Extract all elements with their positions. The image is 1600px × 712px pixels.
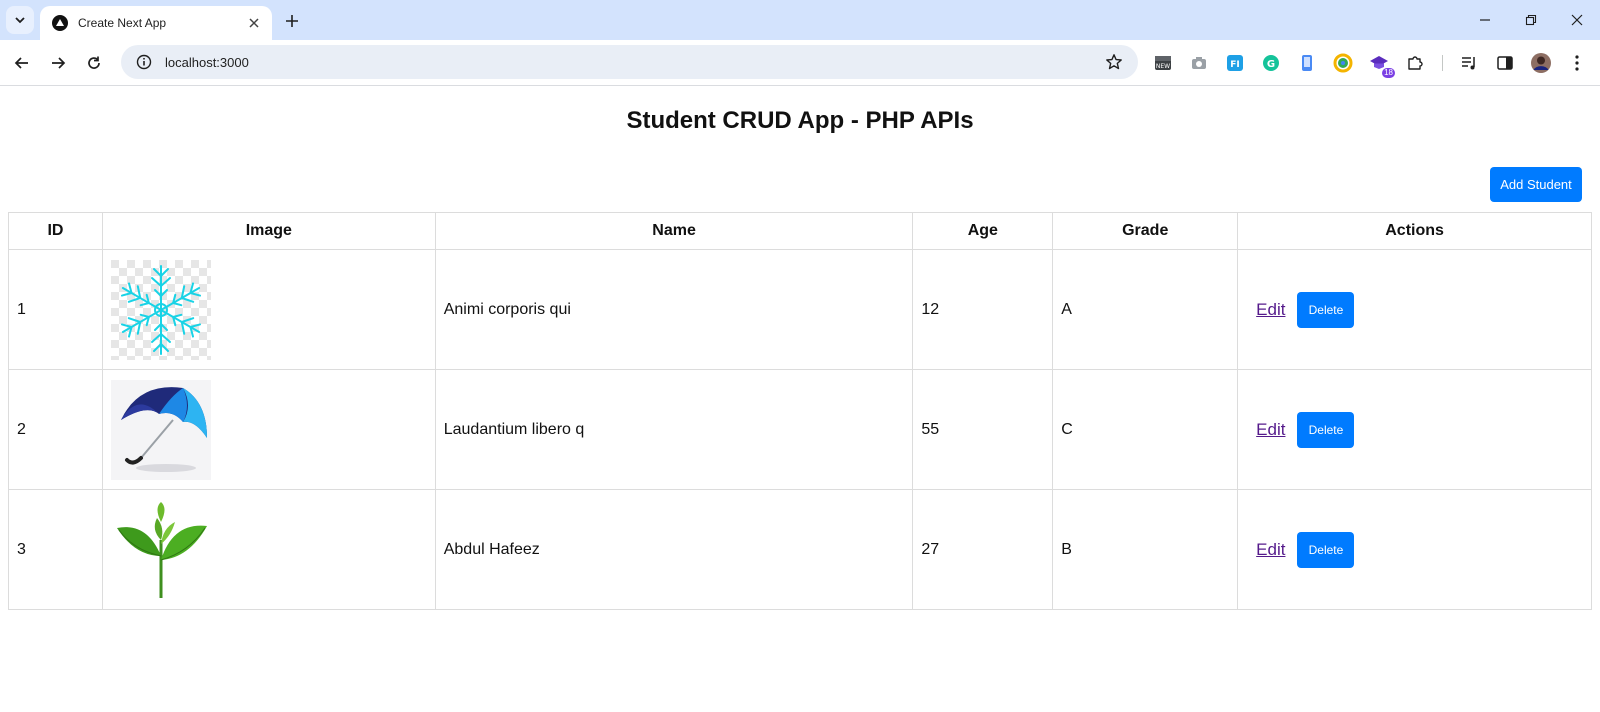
restore-icon[interactable] (1508, 0, 1554, 40)
phone-extension-icon[interactable] (1296, 52, 1318, 74)
delete-button[interactable]: Delete (1297, 531, 1355, 568)
color-picker-icon[interactable] (1332, 52, 1354, 74)
browser-tab[interactable]: Create Next App (40, 6, 272, 40)
profile-avatar-icon[interactable] (1530, 52, 1552, 74)
cell-actions: Edit Delete (1237, 369, 1592, 490)
cell-name: Abdul Hafeez (434, 489, 914, 610)
edit-link[interactable]: Edit (1256, 540, 1285, 560)
browser-tabstrip: Create Next App (0, 0, 1600, 40)
reload-icon[interactable] (80, 49, 108, 77)
graduation-cap-icon[interactable]: 18 (1368, 52, 1395, 78)
delete-button[interactable]: Delete (1297, 291, 1355, 328)
page-content: Student CRUD App - PHP APIs Add Student … (0, 87, 1600, 712)
address-bar[interactable]: localhost:3000 (121, 45, 1138, 79)
svg-text:FI: FI (1230, 60, 1240, 70)
url-text: localhost:3000 (165, 54, 249, 70)
camera-icon[interactable] (1188, 52, 1210, 74)
table-header-row: ID Image Name Age Grade Actions (8, 212, 1592, 250)
site-info-icon[interactable] (135, 53, 153, 71)
cell-name: Laudantium libero q (434, 369, 914, 490)
tab-search-button[interactable] (6, 6, 34, 34)
bookmark-star-icon[interactable] (1104, 52, 1124, 72)
edit-link[interactable]: Edit (1256, 300, 1285, 320)
column-header-id: ID (8, 212, 103, 250)
minimize-icon[interactable] (1462, 0, 1508, 40)
delete-button[interactable]: Delete (1297, 411, 1355, 448)
cell-id: 1 (8, 249, 103, 370)
column-header-grade: Grade (1052, 212, 1239, 250)
column-header-age: Age (912, 212, 1054, 250)
column-header-actions: Actions (1237, 212, 1592, 250)
cell-id: 3 (8, 489, 103, 610)
cell-actions: Edit Delete (1237, 489, 1592, 610)
svg-text:G: G (1267, 59, 1275, 70)
svg-text:NEW: NEW (1156, 63, 1170, 70)
table-row: 2 Laudantium libero q 55 C Edit Delete (8, 369, 1592, 490)
chevron-down-icon (15, 17, 25, 24)
cell-grade: B (1052, 489, 1239, 610)
close-tab-icon[interactable] (246, 15, 262, 31)
forward-arrow-icon[interactable] (44, 49, 72, 77)
tab-title: Create Next App (78, 16, 167, 30)
cell-age: 27 (912, 489, 1054, 610)
cell-name: Animi corporis qui (434, 249, 914, 370)
column-header-name: Name (434, 212, 914, 250)
browser-toolbar: localhost:3000 NEW FI G 18 (0, 40, 1600, 86)
side-panel-icon[interactable] (1494, 52, 1516, 74)
fi-extension-icon[interactable]: FI (1224, 52, 1246, 74)
leaf-image (110, 499, 211, 600)
close-window-icon[interactable] (1554, 0, 1600, 40)
add-student-button[interactable]: Add Student (1490, 167, 1582, 202)
cell-id: 2 (8, 369, 103, 490)
media-control-icon[interactable] (1458, 52, 1480, 74)
students-table: ID Image Name Age Grade Actions 1 Animi … (8, 212, 1592, 610)
new-tab-icon[interactable] (280, 9, 304, 33)
extensions-puzzle-icon[interactable] (1404, 52, 1426, 74)
browser-menu-icon[interactable] (1566, 52, 1588, 74)
snowflake-image (110, 259, 211, 360)
grammarly-icon[interactable]: G (1260, 52, 1282, 74)
new-extension-icon[interactable]: NEW (1152, 52, 1174, 74)
cell-grade: C (1052, 369, 1239, 490)
cell-actions: Edit Delete (1237, 249, 1592, 370)
page-title: Student CRUD App - PHP APIs (626, 107, 974, 134)
nextjs-favicon-icon (52, 15, 68, 31)
extension-badge: 18 (1382, 68, 1395, 78)
toolbar-separator (1442, 55, 1443, 71)
edit-link[interactable]: Edit (1256, 420, 1285, 440)
cell-age: 55 (912, 369, 1054, 490)
cell-age: 12 (912, 249, 1054, 370)
table-row: 3 Abdul Hafeez 27 B Edit Delete (8, 489, 1592, 610)
table-row: 1 Animi corporis qui 12 A Edit Delete (8, 249, 1592, 370)
back-arrow-icon[interactable] (8, 49, 36, 77)
column-header-image: Image (101, 212, 436, 250)
cell-grade: A (1052, 249, 1239, 370)
umbrella-image (110, 379, 211, 480)
